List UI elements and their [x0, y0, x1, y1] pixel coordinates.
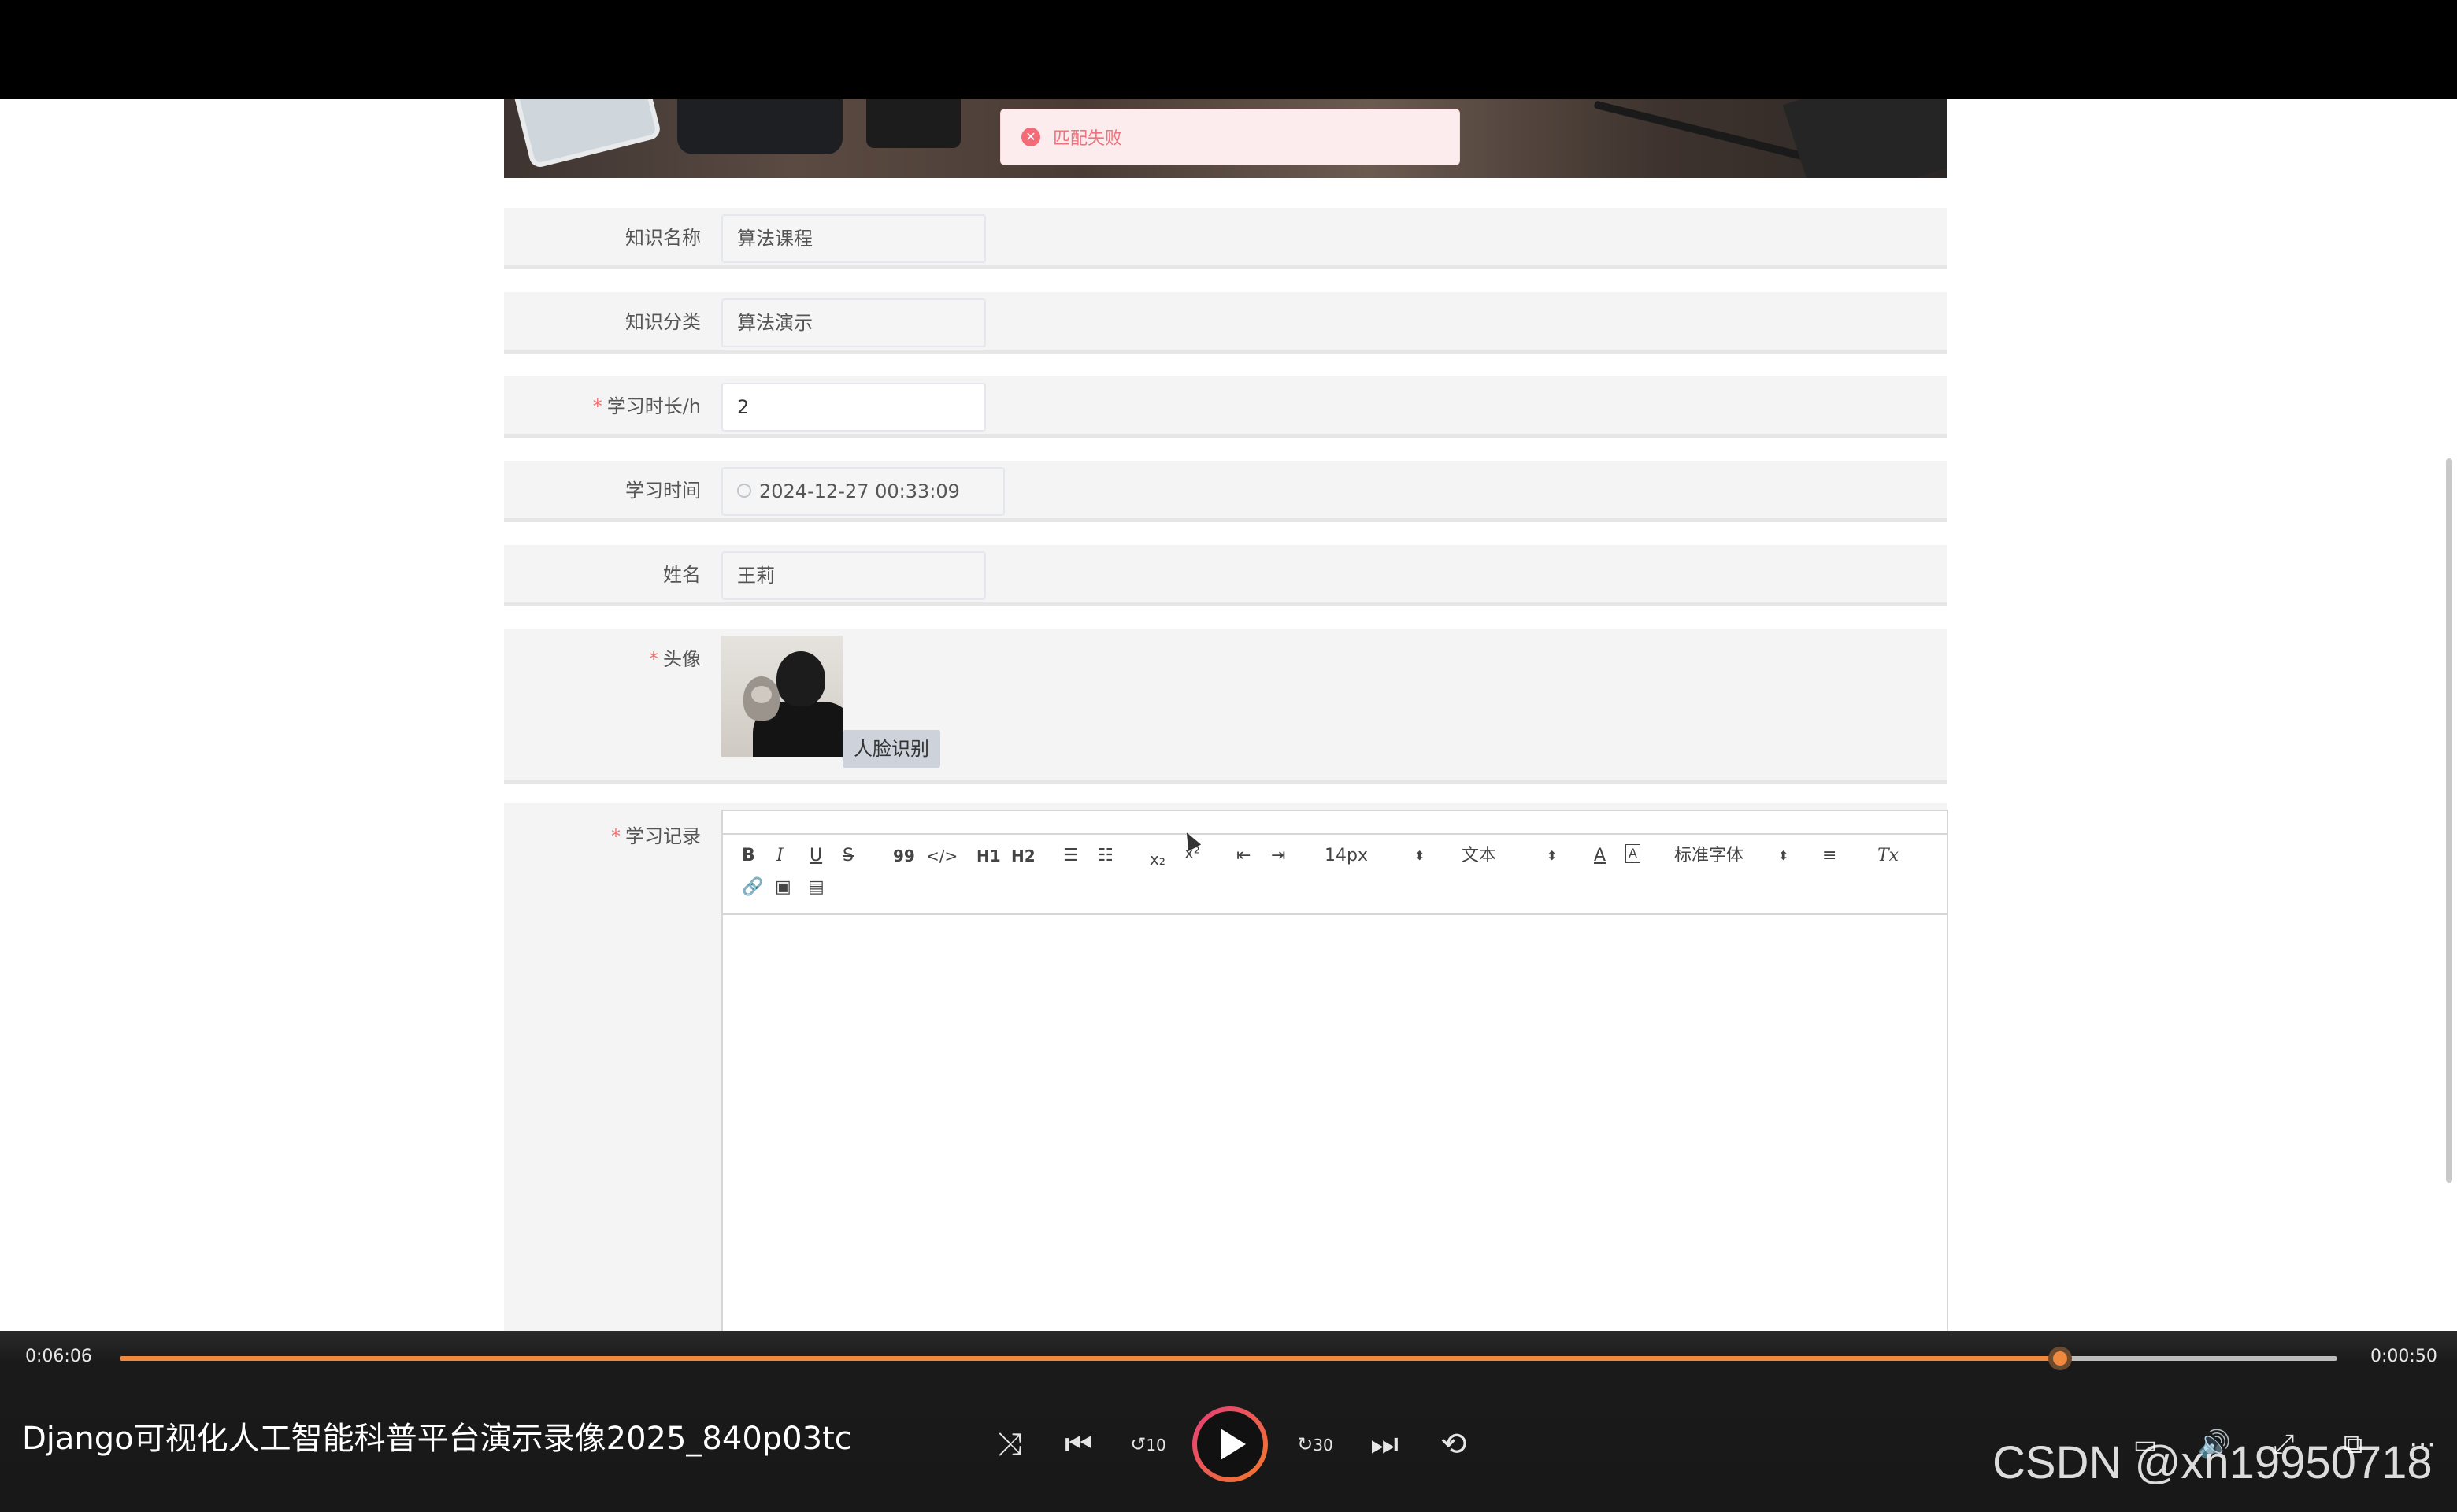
- rewind-10-icon[interactable]: ↺10: [1125, 1421, 1172, 1468]
- form-page: ✕ 匹配失败 知识名称 算法课程 知识分类 算法演示 * 学习时长/h 2 学习时…: [0, 99, 2457, 1331]
- outdent-icon[interactable]: ⇤: [1236, 844, 1251, 868]
- seek-knob[interactable]: [2048, 1347, 2072, 1370]
- media-player-bar: 0:06:06 0:00:50 Django可视化人工智能科普平台演示录像202…: [0, 1331, 2457, 1512]
- error-toast: ✕ 匹配失败: [1000, 109, 1460, 165]
- underline-icon[interactable]: U: [810, 844, 822, 868]
- field-label: * 头像: [649, 643, 701, 671]
- knowledge-name-field[interactable]: 算法课程: [721, 214, 986, 263]
- play-button-inner: [1197, 1411, 1263, 1477]
- study-time-picker[interactable]: 2024-12-27 00:33:09: [721, 467, 1005, 516]
- field-label: * 学习记录: [611, 821, 701, 848]
- ordered-list-icon[interactable]: ☰: [1063, 844, 1079, 868]
- font-family-select[interactable]: 标准字体: [1674, 844, 1744, 868]
- toast-message: 匹配失败: [1053, 129, 1123, 149]
- bold-icon[interactable]: B: [742, 844, 755, 868]
- block-type-select[interactable]: 文本: [1462, 844, 1496, 868]
- subscript-icon[interactable]: x₂: [1150, 847, 1166, 871]
- repeat-off-icon[interactable]: ⟲: [1430, 1421, 1477, 1468]
- required-mark: *: [649, 648, 658, 670]
- clear-format-icon[interactable]: Tx: [1877, 844, 1899, 868]
- play-icon: [1221, 1429, 1246, 1460]
- avatar-person-head: [776, 651, 825, 706]
- banner-phone2-shape: [866, 99, 961, 148]
- video-title: Django可视化人工智能科普平台演示录像2025_840p03tc: [22, 1421, 852, 1457]
- avatar-cat-face: [751, 686, 772, 703]
- select-arrows-icon[interactable]: ⬍: [1547, 844, 1557, 868]
- field-label: 姓名: [663, 564, 701, 586]
- bullet-list-icon[interactable]: ☷: [1098, 844, 1114, 868]
- top-black-bar: [0, 0, 2457, 99]
- font-color-icon[interactable]: A: [1594, 844, 1606, 868]
- shuffle-icon[interactable]: ⤨: [986, 1421, 1033, 1468]
- italic-icon[interactable]: I: [776, 844, 784, 868]
- forward-label: 30: [1313, 1436, 1333, 1455]
- h2-icon[interactable]: H2: [1011, 844, 1036, 868]
- field-label: * 学习时长/h: [593, 391, 701, 418]
- elapsed-time: 0:06:06: [25, 1347, 92, 1366]
- previous-icon[interactable]: ⏮: [1055, 1421, 1102, 1468]
- banner-device-shape: [1782, 99, 1947, 178]
- select-arrows-icon[interactable]: ⬍: [1414, 844, 1425, 868]
- required-mark: *: [611, 825, 621, 847]
- face-recognition-button[interactable]: 人脸识别: [843, 730, 940, 768]
- video-icon[interactable]: ▤: [808, 876, 825, 899]
- image-icon[interactable]: ▣: [775, 876, 791, 899]
- error-circle-icon: ✕: [1021, 128, 1040, 146]
- banner-phone-shape: [677, 99, 843, 154]
- study-duration-input[interactable]: 2: [721, 383, 986, 432]
- seek-bar-progress: [120, 1356, 2060, 1361]
- strike-icon[interactable]: S: [843, 844, 854, 868]
- form-row-study-duration: * 学习时长/h 2: [504, 376, 1947, 438]
- clock-icon: [737, 484, 751, 498]
- indent-icon[interactable]: ⇥: [1271, 844, 1285, 868]
- study-time-value: 2024-12-27 00:33:09: [759, 480, 960, 502]
- background-color-icon[interactable]: A: [1625, 844, 1640, 863]
- banner-tablet-shape: [511, 99, 662, 169]
- page-scrollbar[interactable]: [2446, 458, 2452, 1183]
- form-row-knowledge-name: 知识名称 算法课程: [504, 208, 1947, 269]
- knowledge-category-field[interactable]: 算法演示: [721, 298, 986, 347]
- link-icon[interactable]: 🔗: [742, 876, 763, 899]
- form-row-study-record: * 学习记录 B I U S 99 </> H1 H2 ☰ ☷ x₂ x² ⇤ ⇥…: [504, 803, 1948, 1331]
- form-row-knowledge-category: 知识分类 算法演示: [504, 292, 1947, 354]
- required-mark: *: [592, 395, 602, 417]
- seek-bar[interactable]: [120, 1347, 2337, 1370]
- editor-content-area[interactable]: [723, 915, 1947, 1331]
- avatar-image[interactable]: [721, 636, 843, 757]
- rewind-label: 10: [1146, 1436, 1166, 1455]
- code-icon[interactable]: </>: [926, 844, 958, 868]
- field-label: 知识名称: [625, 227, 701, 249]
- font-size-select[interactable]: 14px: [1325, 844, 1368, 868]
- form-row-avatar: * 头像 人脸识别: [504, 629, 1947, 784]
- form-row-study-time: 学习时间 2024-12-27 00:33:09: [504, 461, 1947, 522]
- field-label: 学习时间: [625, 480, 701, 502]
- next-icon[interactable]: ⏭: [1361, 1421, 1408, 1468]
- play-button[interactable]: [1192, 1406, 1268, 1482]
- h1-icon[interactable]: H1: [976, 844, 1001, 868]
- name-field[interactable]: 王莉: [721, 551, 986, 600]
- quote-icon[interactable]: 99: [893, 844, 915, 868]
- forward-30-icon[interactable]: ↻30: [1292, 1421, 1339, 1468]
- editor-toolbar: B I U S 99 </> H1 H2 ☰ ☷ x₂ x² ⇤ ⇥ 14px …: [723, 833, 1947, 915]
- field-label: 知识分类: [625, 311, 701, 333]
- field-label-text: 学习记录: [625, 825, 701, 847]
- field-label-text: 学习时长/h: [606, 395, 701, 417]
- rich-text-editor: B I U S 99 </> H1 H2 ☰ ☷ x₂ x² ⇤ ⇥ 14px …: [721, 810, 1948, 1331]
- remaining-time: 0:00:50: [2370, 1347, 2437, 1366]
- select-arrows-icon[interactable]: ⬍: [1778, 844, 1788, 868]
- form-row-name: 姓名 王莉: [504, 545, 1947, 606]
- align-icon[interactable]: ≡: [1822, 844, 1836, 868]
- csdn-watermark: CSDN @xn19950718: [1992, 1437, 2433, 1488]
- field-label-text: 头像: [663, 648, 701, 670]
